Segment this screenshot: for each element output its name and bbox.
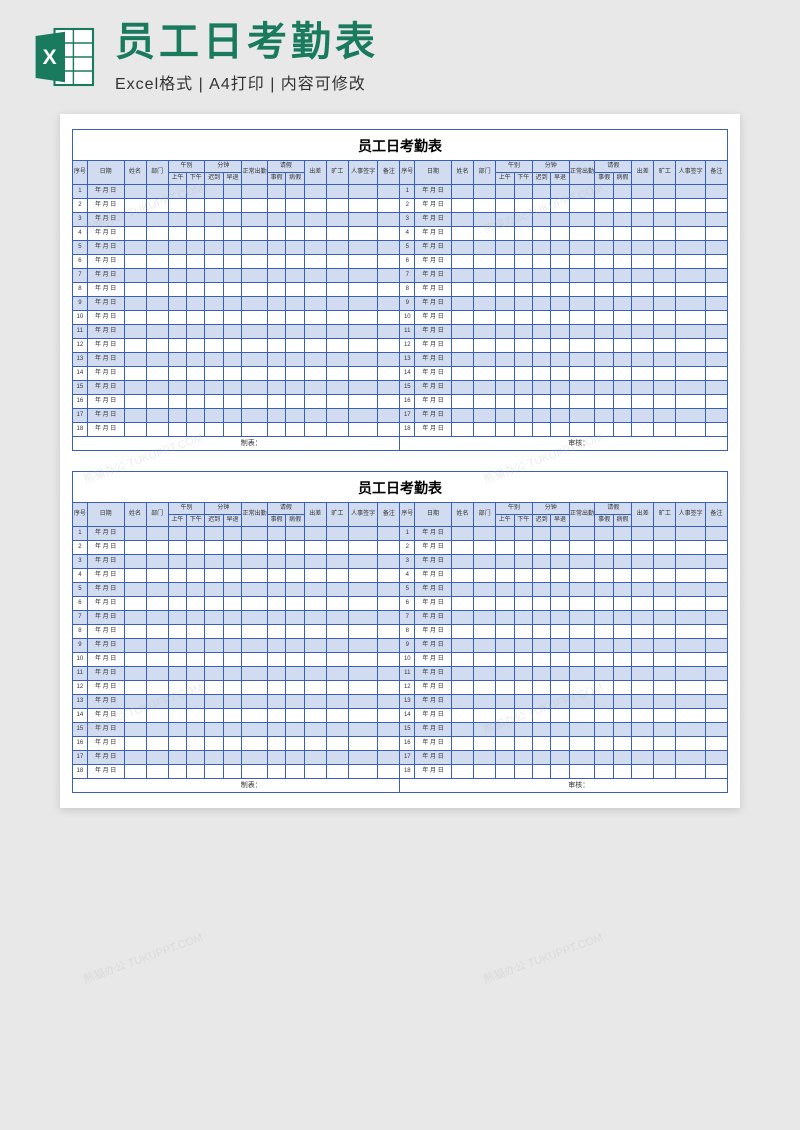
table-row: 12年 月 日12年 月 日: [73, 339, 728, 353]
footer-row: 制表： 审核：: [73, 437, 728, 451]
table-row: 5年 月 日5年 月 日: [73, 583, 728, 597]
table-row: 14年 月 日14年 月 日: [73, 709, 728, 723]
table-row: 4年 月 日4年 月 日: [73, 569, 728, 583]
table-row: 10年 月 日10年 月 日: [73, 311, 728, 325]
header-bar: X 员工日考勤表 Excel格式 | A4打印 | 内容可修改: [0, 0, 800, 104]
watermark: 熊猫办公 TUKUPPT.COM: [481, 929, 605, 987]
table-row: 9年 月 日9年 月 日: [73, 639, 728, 653]
table-row: 1年 月 日1年 月 日: [73, 185, 728, 199]
title-block: 员工日考勤表 Excel格式 | A4打印 | 内容可修改: [115, 20, 770, 94]
sub-title: Excel格式 | A4打印 | 内容可修改: [115, 70, 770, 94]
table-row: 11年 月 日11年 月 日: [73, 667, 728, 681]
table-row: 11年 月 日11年 月 日: [73, 325, 728, 339]
table-row: 8年 月 日8年 月 日: [73, 625, 728, 639]
watermark: 熊猫办公 TUKUPPT.COM: [81, 929, 205, 987]
table-row: 8年 月 日8年 月 日: [73, 283, 728, 297]
table-row: 4年 月 日4年 月 日: [73, 227, 728, 241]
page-preview: 员工日考勤表 序号日期姓名部门 午别分钟正常出勤 请假出差旷工 人事签字备注序号…: [60, 114, 740, 808]
attendance-table: 序号日期姓名部门 午别分钟正常出勤 请假出差旷工 人事签字备注序号日期姓名部门 …: [72, 502, 728, 793]
table-row: 2年 月 日2年 月 日: [73, 541, 728, 555]
table-row: 12年 月 日12年 月 日: [73, 681, 728, 695]
table-row: 18年 月 日18年 月 日: [73, 765, 728, 779]
table-row: 3年 月 日3年 月 日: [73, 555, 728, 569]
table-row: 5年 月 日5年 月 日: [73, 241, 728, 255]
table-row: 1年 月 日1年 月 日: [73, 527, 728, 541]
table-row: 2年 月 日2年 月 日: [73, 199, 728, 213]
table-row: 3年 月 日3年 月 日: [73, 213, 728, 227]
table-row: 14年 月 日14年 月 日: [73, 367, 728, 381]
footer-row: 制表： 审核：: [73, 779, 728, 793]
table-row: 15年 月 日15年 月 日: [73, 723, 728, 737]
excel-icon: X: [30, 22, 100, 92]
table-row: 13年 月 日13年 月 日: [73, 695, 728, 709]
table-row: 9年 月 日9年 月 日: [73, 297, 728, 311]
svg-text:X: X: [43, 46, 57, 69]
table-row: 16年 月 日16年 月 日: [73, 737, 728, 751]
table-row: 17年 月 日17年 月 日: [73, 751, 728, 765]
sheet-title: 员工日考勤表: [72, 129, 728, 160]
attendance-sheet-1: 员工日考勤表 序号日期姓名部门 午别分钟正常出勤 请假出差旷工 人事签字备注序号…: [72, 129, 728, 451]
table-row: 17年 月 日17年 月 日: [73, 409, 728, 423]
sheet-title: 员工日考勤表: [72, 471, 728, 502]
table-row: 6年 月 日6年 月 日: [73, 597, 728, 611]
table-row: 16年 月 日16年 月 日: [73, 395, 728, 409]
main-title: 员工日考勤表: [115, 20, 770, 64]
table-row: 7年 月 日7年 月 日: [73, 269, 728, 283]
attendance-table: 序号日期姓名部门 午别分钟正常出勤 请假出差旷工 人事签字备注序号日期姓名部门 …: [72, 160, 728, 451]
table-row: 7年 月 日7年 月 日: [73, 611, 728, 625]
table-row: 15年 月 日15年 月 日: [73, 381, 728, 395]
attendance-sheet-2: 员工日考勤表 序号日期姓名部门 午别分钟正常出勤 请假出差旷工 人事签字备注序号…: [72, 471, 728, 793]
table-row: 10年 月 日10年 月 日: [73, 653, 728, 667]
table-row: 13年 月 日13年 月 日: [73, 353, 728, 367]
table-row: 6年 月 日6年 月 日: [73, 255, 728, 269]
table-row: 18年 月 日18年 月 日: [73, 423, 728, 437]
